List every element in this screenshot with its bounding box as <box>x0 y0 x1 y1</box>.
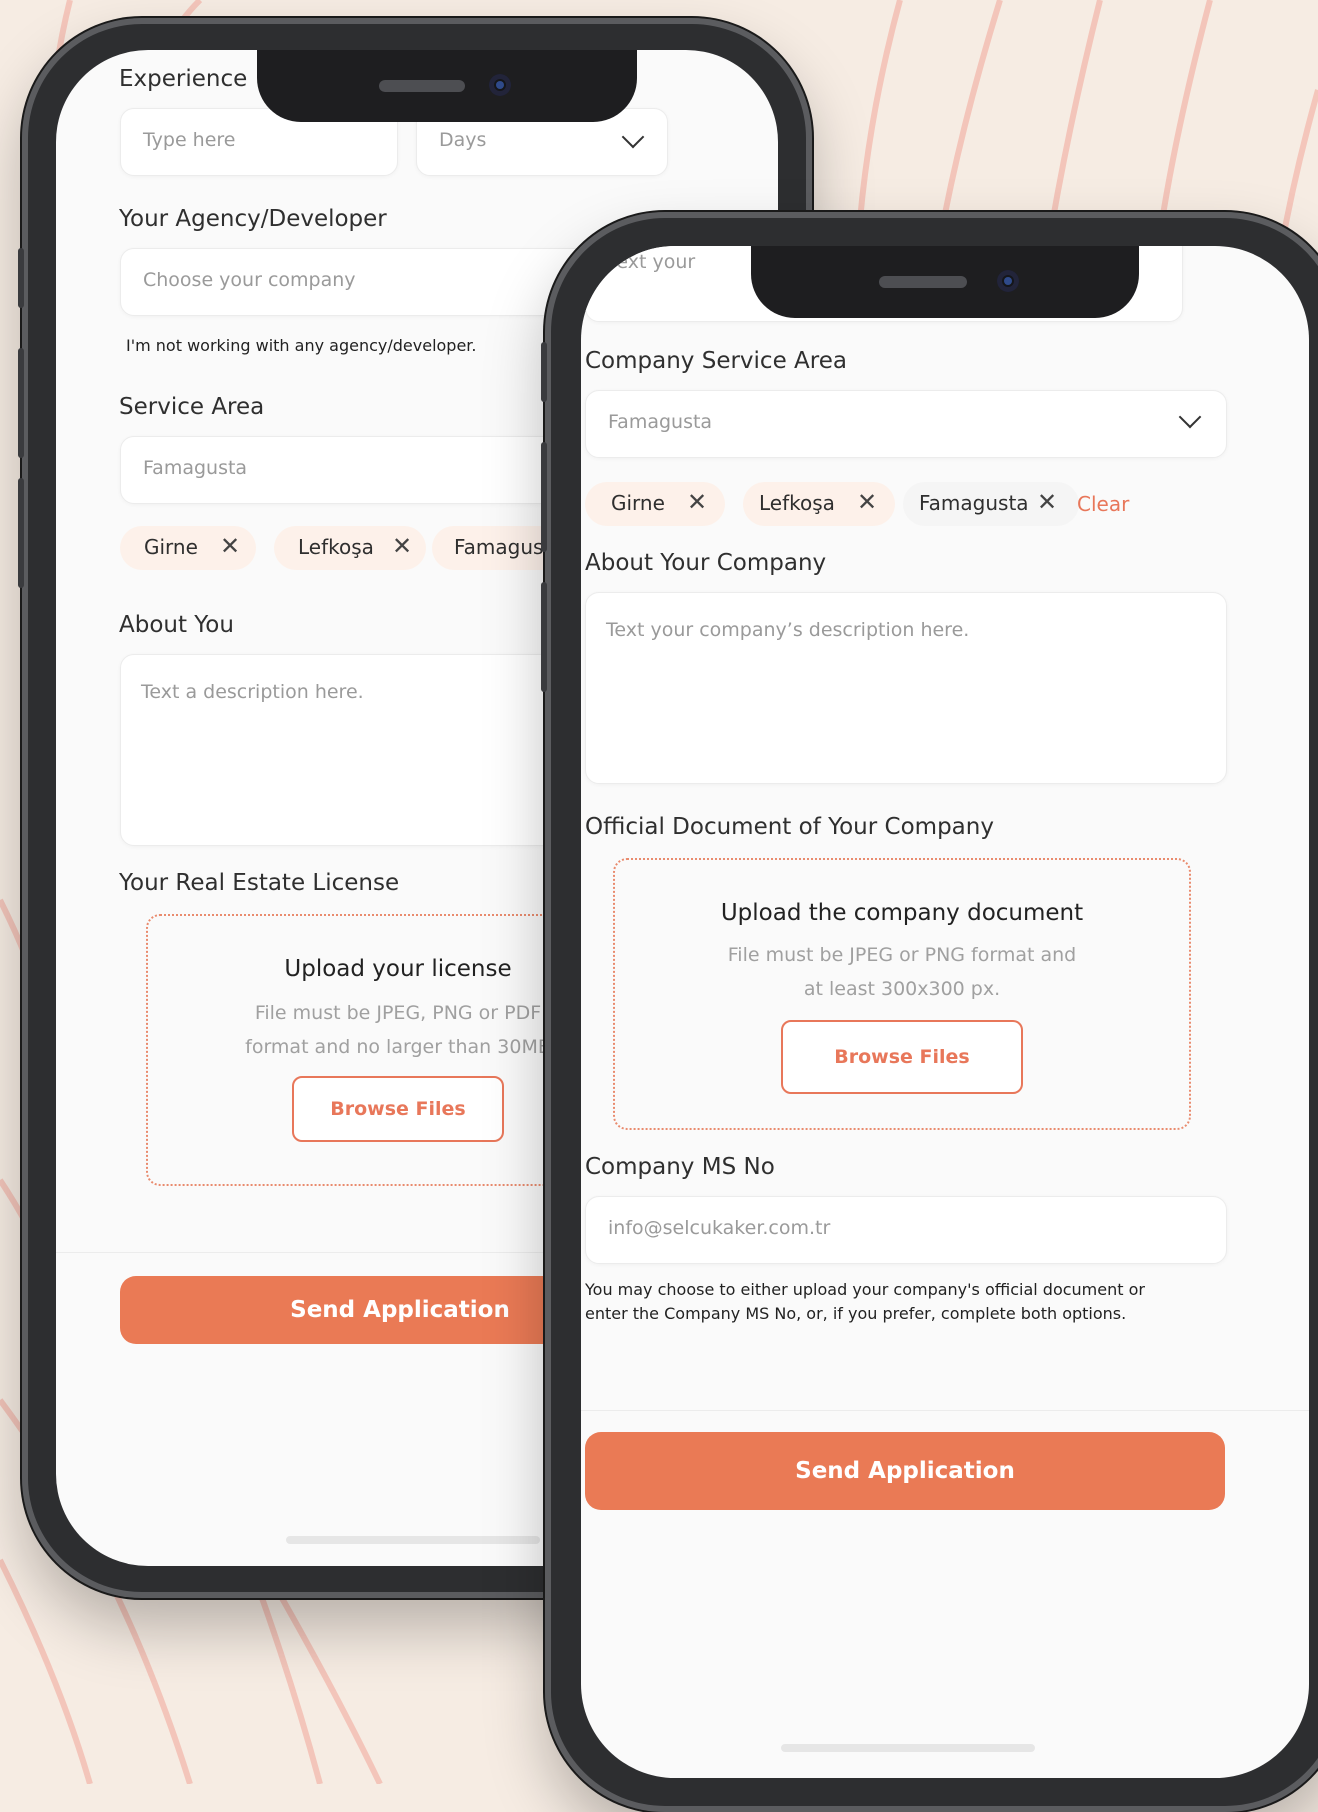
notch <box>751 246 1139 318</box>
about-company-textarea[interactable]: Text your company’s description here. <box>585 592 1227 784</box>
company-service-area-select[interactable]: Famagusta <box>585 390 1227 458</box>
side-button <box>18 348 24 458</box>
speaker <box>879 276 967 288</box>
browse-files-button[interactable]: Browse Files <box>292 1076 504 1142</box>
service-area-value: Famagusta <box>143 457 248 479</box>
footer-divider <box>581 1410 1309 1411</box>
official-document-label: Official Document of Your Company <box>585 814 994 840</box>
close-icon[interactable]: ✕ <box>687 488 707 516</box>
camera-icon <box>489 74 511 96</box>
company-ms-label: Company MS No <box>585 1154 775 1180</box>
chip-famagusta: Famagusta ✕ <box>903 482 1079 526</box>
about-placeholder: Text a description here. <box>141 681 364 703</box>
chip-label: Lefkoşa <box>298 535 374 559</box>
company-ms-input[interactable]: info@selcukaker.com.tr <box>585 1196 1227 1264</box>
clear-chips-link[interactable]: Clear <box>1077 492 1129 516</box>
chip-label: Girne <box>144 535 198 559</box>
about-company-label: About Your Company <box>585 550 827 576</box>
notch <box>257 50 637 122</box>
about-company-placeholder: Text your company’s description here. <box>606 619 970 641</box>
upload-desc-line2: at least 300x300 px. <box>803 978 1001 1000</box>
side-button <box>541 342 547 402</box>
agency-label: Your Agency/Developer <box>119 206 387 232</box>
company-service-area-label: Company Service Area <box>585 348 847 374</box>
no-agency-checkbox-label[interactable]: I'm not working with any agency/develope… <box>126 336 477 355</box>
help-note-line1: You may choose to either upload your com… <box>585 1280 1145 1299</box>
chip-girne: Girne ✕ <box>585 482 725 526</box>
home-indicator <box>781 1744 1035 1752</box>
side-button <box>18 478 24 588</box>
front-phone: Text your Company Service Area Famagusta… <box>541 212 1318 1812</box>
close-icon[interactable]: ✕ <box>220 532 240 560</box>
camera-icon <box>997 270 1019 292</box>
experience-placeholder: Type here <box>143 129 236 151</box>
previous-textarea-placeholder: Text your <box>608 251 696 273</box>
chip-label: Lefkoşa <box>759 491 835 515</box>
browse-files-button[interactable]: Browse Files <box>781 1020 1023 1094</box>
company-ms-value: info@selcukaker.com.tr <box>608 1217 831 1239</box>
service-area-label: Service Area <box>119 394 265 420</box>
agency-placeholder: Choose your company <box>143 269 356 291</box>
chip-lefkosa: Lefkoşa ✕ <box>274 526 426 570</box>
experience-unit-value: Days <box>439 129 487 151</box>
company-document-upload-area[interactable]: Upload the company document File must be… <box>613 858 1191 1130</box>
send-application-button[interactable]: Send Application <box>585 1432 1225 1510</box>
chip-lefkosa: Lefkoşa ✕ <box>743 482 895 526</box>
close-icon[interactable]: ✕ <box>1037 488 1057 516</box>
side-button <box>541 442 547 552</box>
chip-label: Girne <box>611 491 665 515</box>
upload-desc-line1: File must be JPEG or PNG format and <box>727 944 1077 966</box>
side-button <box>18 248 24 308</box>
front-phone-screen: Text your Company Service Area Famagusta… <box>581 246 1309 1778</box>
company-service-area-value: Famagusta <box>608 411 713 433</box>
chevron-down-icon <box>621 125 645 149</box>
license-label: Your Real Estate License <box>119 870 400 896</box>
close-icon[interactable]: ✕ <box>392 532 412 560</box>
chip-label: Famagusta <box>919 491 1029 515</box>
speaker <box>379 80 465 92</box>
experience-label: Experience <box>119 66 248 92</box>
chevron-down-icon <box>1178 405 1202 429</box>
chip-girne: Girne ✕ <box>120 526 256 570</box>
home-indicator <box>286 1536 540 1544</box>
close-icon[interactable]: ✕ <box>857 488 877 516</box>
about-label: About You <box>119 612 234 638</box>
side-button <box>541 582 547 692</box>
upload-title: Upload the company document <box>720 900 1084 926</box>
help-note-line2: enter the Company MS No, or, if you pref… <box>585 1304 1127 1323</box>
